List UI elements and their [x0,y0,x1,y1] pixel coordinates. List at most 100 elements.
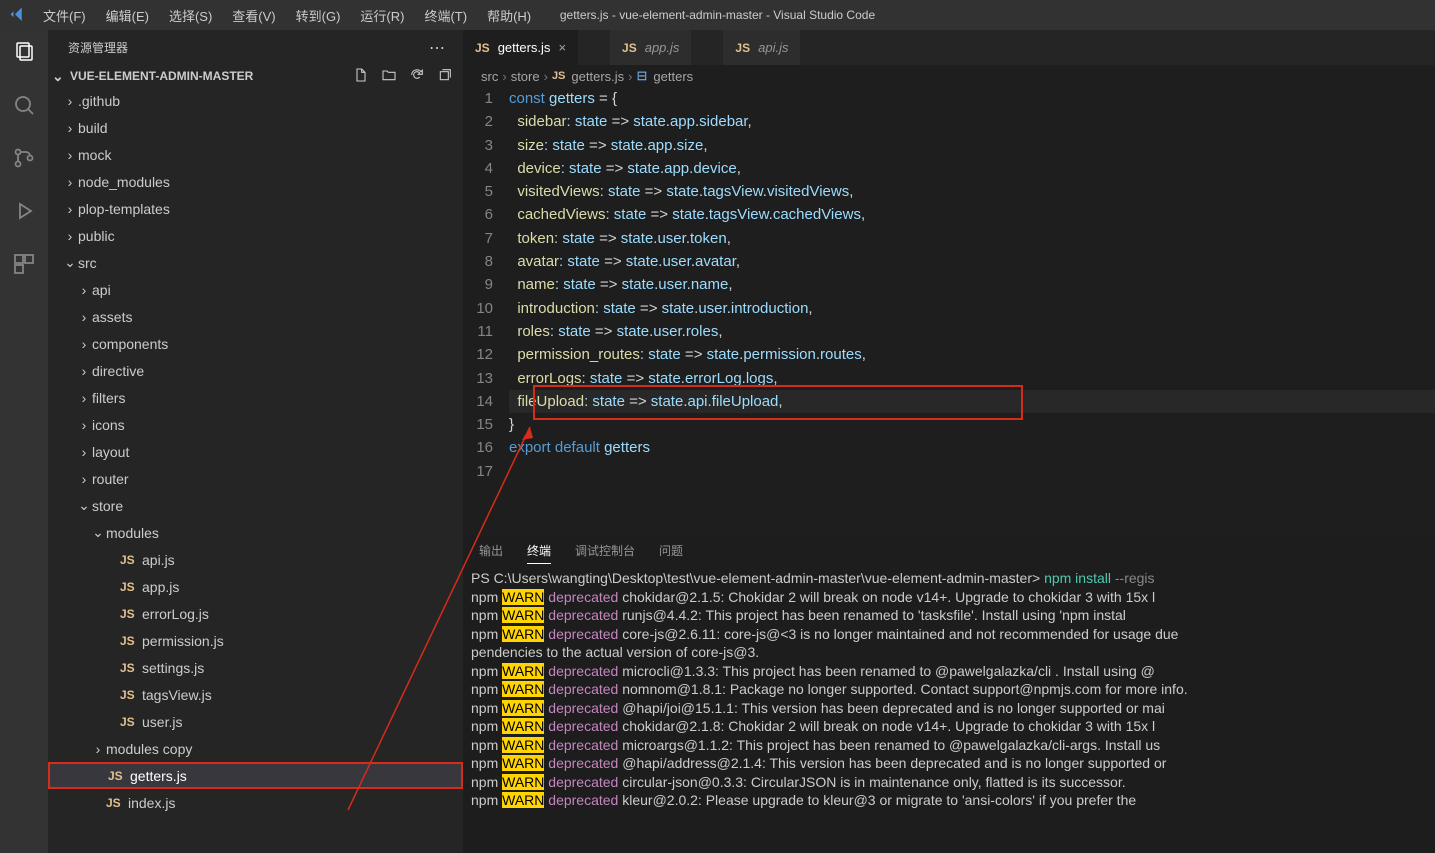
tree-folder[interactable]: ›build [48,114,463,141]
tab-label: api.js [758,40,788,55]
editor-tab[interactable]: JS api.js [723,30,800,65]
tree-file[interactable]: JSpermission.js [48,627,463,654]
tree-item-label: modules [106,525,159,541]
tree-folder[interactable]: ›plop-templates [48,195,463,222]
chevron-icon: › [76,471,92,487]
js-file-icon: JS [475,41,490,55]
tree-folder[interactable]: ›node_modules [48,168,463,195]
terminal-tab[interactable]: 输出 [479,542,503,563]
terminal-tab[interactable]: 终端 [527,542,551,564]
menu-item[interactable]: 文件(F) [35,3,94,28]
js-file-icon: JS [120,661,138,675]
menu-item[interactable]: 转到(G) [288,3,349,28]
extensions-icon[interactable] [12,252,36,281]
tree-folder[interactable]: ›assets [48,303,463,330]
tree-item-label: filters [92,390,125,406]
tree-item-label: mock [78,147,111,163]
tree-folder[interactable]: ›mock [48,141,463,168]
js-file-icon: JS [108,769,126,783]
tree-folder[interactable]: ⌄modules [48,519,463,546]
tree-file[interactable]: JSuser.js [48,708,463,735]
editor-tab[interactable]: JSapp.js [610,30,691,65]
tree-file[interactable]: JS getters.js [48,762,463,789]
breadcrumb-item[interactable]: store [511,69,540,84]
chevron-icon: ⌄ [62,254,78,271]
js-file-icon: JS [120,580,138,594]
chevron-icon: › [76,390,92,406]
sidebar-title: 资源管理器 [68,39,128,56]
tree-item-label: public [78,228,115,244]
tree-folder[interactable]: ›icons [48,411,463,438]
tree-item-label: api.js [142,552,175,568]
menu-item[interactable]: 运行(R) [352,3,412,28]
tree-item-label: icons [92,417,125,433]
breadcrumb[interactable]: src›store›JSgetters.js›⊟getters [463,65,1435,87]
tree-item-label: getters.js [130,768,187,784]
terminal-output[interactable]: PS C:\Users\wangting\Desktop\test\vue-el… [463,569,1435,853]
code-editor[interactable]: 1234567891011121314151617 const getters … [463,87,1435,535]
tab-label: app.js [645,40,680,55]
menu-item[interactable]: 编辑(E) [98,3,157,28]
search-icon[interactable] [12,93,36,122]
menu-item[interactable]: 终端(T) [416,3,475,28]
chevron-icon: › [62,228,78,244]
tree-folder[interactable]: ›api [48,276,463,303]
tree-folder[interactable]: ›router [48,465,463,492]
tab-bar: JSgetters.js×JSapp.jsJSapi.js [463,30,1435,65]
symbol-icon: ⊟ [637,68,648,84]
menu-item[interactable]: 选择(S) [161,3,220,28]
tree-folder[interactable]: ⌄store [48,492,463,519]
chevron-icon: › [62,147,78,163]
tree-item-label: app.js [142,579,179,595]
tree-folder[interactable]: ›layout [48,438,463,465]
refresh-icon[interactable] [409,67,425,86]
tree-folder[interactable]: ›components [48,330,463,357]
new-file-icon[interactable] [353,67,369,86]
tree-file[interactable]: JSerrorLog.js [48,600,463,627]
window-title: getters.js - vue-element-admin-master - … [560,8,875,22]
tree-file[interactable]: JS app.js [48,573,463,600]
tree-folder[interactable]: ⌄src [48,249,463,276]
run-debug-icon[interactable] [12,199,36,228]
js-file-icon: JS [552,70,565,82]
chevron-icon: ⌄ [90,524,106,541]
tree-item-label: node_modules [78,174,170,190]
editor-tab[interactable]: JSgetters.js× [463,30,578,65]
breadcrumb-item[interactable]: src [481,69,498,84]
tree-folder[interactable]: ›directive [48,357,463,384]
tree-folder[interactable]: ›.github [48,87,463,114]
tree-item-label: store [92,498,123,514]
js-file-icon: JS [120,553,138,567]
sidebar-more-icon[interactable]: ⋯ [429,38,445,58]
tree-folder[interactable]: ›public [48,222,463,249]
js-file-icon: JS [120,688,138,702]
tree-file[interactable]: JS api.js [48,546,463,573]
breadcrumb-item[interactable]: getters.js [571,69,624,84]
terminal-tab[interactable]: 问题 [659,542,683,563]
tree-folder[interactable]: ›filters [48,384,463,411]
editor-area: JSgetters.js×JSapp.jsJSapi.js src›store›… [463,30,1435,853]
collapse-all-icon[interactable] [437,67,453,86]
js-file-icon: JS [735,41,750,55]
sidebar-header-label: VUE-ELEMENT-ADMIN-MASTER [70,69,253,83]
close-icon[interactable]: × [558,40,566,55]
tree-file[interactable]: JSsettings.js [48,654,463,681]
source-control-icon[interactable] [12,146,36,175]
tree-item-label: modules copy [106,741,192,757]
tree-folder[interactable]: ›modules copy [48,735,463,762]
js-file-icon: JS [120,634,138,648]
terminal-tab[interactable]: 调试控制台 [575,542,635,563]
tree-item-label: components [92,336,168,352]
tree-file[interactable]: JStagsView.js [48,681,463,708]
chevron-icon: › [76,282,92,298]
new-folder-icon[interactable] [381,67,397,86]
js-file-icon: JS [120,715,138,729]
tree-file[interactable]: JSindex.js [48,789,463,816]
menu-item[interactable]: 查看(V) [224,3,283,28]
tree-item-label: plop-templates [78,201,170,217]
chevron-down-icon[interactable]: ⌄ [52,68,66,85]
explorer-icon[interactable] [12,40,36,69]
js-file-icon: JS [106,796,124,810]
menu-item[interactable]: 帮助(H) [479,3,539,28]
breadcrumb-item[interactable]: getters [653,69,693,84]
